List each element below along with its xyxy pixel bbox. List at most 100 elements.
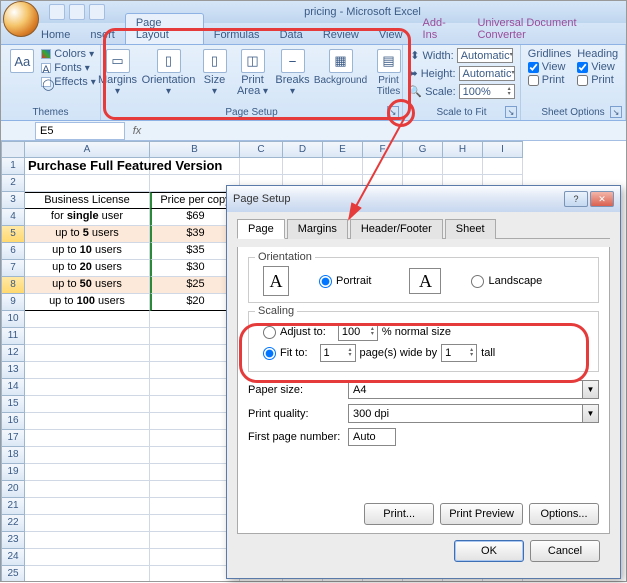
tab-review[interactable]: Review [313,26,369,44]
scale-launcher[interactable]: ↘ [505,106,517,118]
colors-button[interactable]: Colors ▾ [41,47,95,61]
cell[interactable] [25,515,150,532]
effects-button[interactable]: ◯Effects ▾ [41,75,95,89]
cell[interactable] [403,158,443,175]
scale-pct-spin[interactable]: 100%▴▾ [459,84,515,99]
group-themes: Aa Colors ▾ AFonts ▾ ◯Effects ▾ Themes [1,45,101,120]
cell[interactable] [25,379,150,396]
name-box[interactable]: E5 [35,122,125,140]
dialog-title: Page Setup [233,193,291,205]
qat-save-icon[interactable] [49,4,65,20]
background-button[interactable]: ▦Background [314,47,368,88]
ok-button[interactable]: OK [454,540,524,562]
tab-formulas[interactable]: Formulas [204,26,270,44]
cell[interactable] [25,362,150,379]
cell[interactable] [25,328,150,345]
cell[interactable]: Business License [25,192,150,209]
office-orb[interactable] [3,1,39,37]
cell[interactable]: up to 50 users [25,277,150,294]
dialog-tab-sheet[interactable]: Sheet [445,219,496,239]
orientation-button[interactable]: ▯Orientation▾ [142,47,196,99]
cell[interactable] [25,498,150,515]
qat-undo-icon[interactable] [69,4,85,20]
cell[interactable] [25,311,150,328]
group-label-page-setup: Page Setup [225,107,277,120]
tab-data[interactable]: Data [270,26,313,44]
cell[interactable] [25,175,150,192]
cell[interactable] [25,464,150,481]
cell[interactable]: up to 20 users [25,260,150,277]
headings-print-check[interactable]: Print [577,74,618,86]
tab-page-layout[interactable]: Page Layout [125,13,204,44]
size-button[interactable]: ▯Size▾ [198,47,232,99]
tab-udc[interactable]: Universal Document Converter [467,14,626,44]
portrait-radio[interactable]: Portrait [319,275,371,288]
breaks-button[interactable]: ⎯Breaks▾ [274,47,312,99]
dialog-titlebar[interactable]: Page Setup ? ✕ [227,186,620,212]
fx-icon[interactable]: fx [129,125,145,137]
cell[interactable] [240,158,283,175]
cell[interactable] [25,430,150,447]
tab-view[interactable]: View [369,26,413,44]
qat-redo-icon[interactable] [89,4,105,20]
scale-height-select[interactable]: Automatic▾ [459,66,515,81]
cell[interactable] [323,158,363,175]
page-setup-launcher[interactable]: ↘ [387,106,399,118]
print-quality-select[interactable]: 300 dpi▼ [348,404,599,423]
fonts-button[interactable]: AFonts ▾ [41,61,95,75]
cell[interactable]: up to 5 users [25,226,150,243]
cell[interactable] [25,549,150,566]
cell[interactable] [150,158,240,175]
cell[interactable]: up to 10 users [25,243,150,260]
cancel-button[interactable]: Cancel [530,540,600,562]
sheet-options-launcher[interactable]: ↘ [610,106,622,118]
fit-to-radio[interactable]: Fit to: [263,347,308,360]
adjust-to-spin[interactable]: 100▴▾ [338,323,378,341]
print-preview-button[interactable]: Print Preview [440,503,523,525]
scale-width-select[interactable]: Automatic▾ [457,48,513,63]
fit-tall-spin[interactable]: 1▴▾ [441,344,477,362]
group-label-scale: Scale to Fit [436,107,486,120]
cell[interactable] [25,447,150,464]
dialog-close-button[interactable]: ✕ [590,191,614,207]
cell[interactable]: for single user [25,209,150,226]
dialog-tab-page[interactable]: Page [237,219,285,239]
paper-size-select[interactable]: A4▼ [348,380,599,399]
options-button[interactable]: Options... [529,503,599,525]
dialog-tab-header-footer[interactable]: Header/Footer [350,219,443,239]
cell[interactable] [25,413,150,430]
chevron-down-icon: ▼ [582,381,598,398]
print-titles-button[interactable]: ▤Print Titles [370,47,408,99]
tab-home[interactable]: Home [31,26,80,44]
tab-insert[interactable]: nsert [80,26,124,44]
adjust-to-radio[interactable]: Adjust to: [263,326,326,339]
background-icon: ▦ [329,49,353,73]
print-area-button[interactable]: ◫Print Area ▾ [234,47,272,99]
cell[interactable]: up to 100 users [25,294,150,311]
gridlines-view-check[interactable]: View [528,61,571,73]
fit-wide-spin[interactable]: 1▴▾ [320,344,356,362]
themes-button[interactable]: Aa [5,47,39,77]
cell[interactable] [483,158,523,175]
cell[interactable] [363,158,403,175]
gridlines-print-check[interactable]: Print [528,74,571,86]
chevron-down-icon: ▼ [582,405,598,422]
group-page-setup: ▭Margins▾ ▯Orientation▾ ▯Size▾ ◫Print Ar… [101,45,403,120]
dialog-tab-margins[interactable]: Margins [287,219,348,239]
cell[interactable] [25,345,150,362]
cell[interactable]: Purchase Full Featured Version [25,158,150,175]
first-page-input[interactable]: Auto [348,428,396,446]
margins-button[interactable]: ▭Margins▾ [96,47,140,99]
cell[interactable] [283,158,323,175]
margins-icon: ▭ [106,49,130,73]
headings-view-check[interactable]: View [577,61,618,73]
print-button[interactable]: Print... [364,503,434,525]
cell[interactable] [25,566,150,581]
tab-addins[interactable]: Add-Ins [413,14,468,44]
cell[interactable] [25,532,150,549]
landscape-radio[interactable]: Landscape [471,275,542,288]
cell[interactable] [443,158,483,175]
cell[interactable] [25,396,150,413]
cell[interactable] [25,481,150,498]
dialog-help-button[interactable]: ? [564,191,588,207]
